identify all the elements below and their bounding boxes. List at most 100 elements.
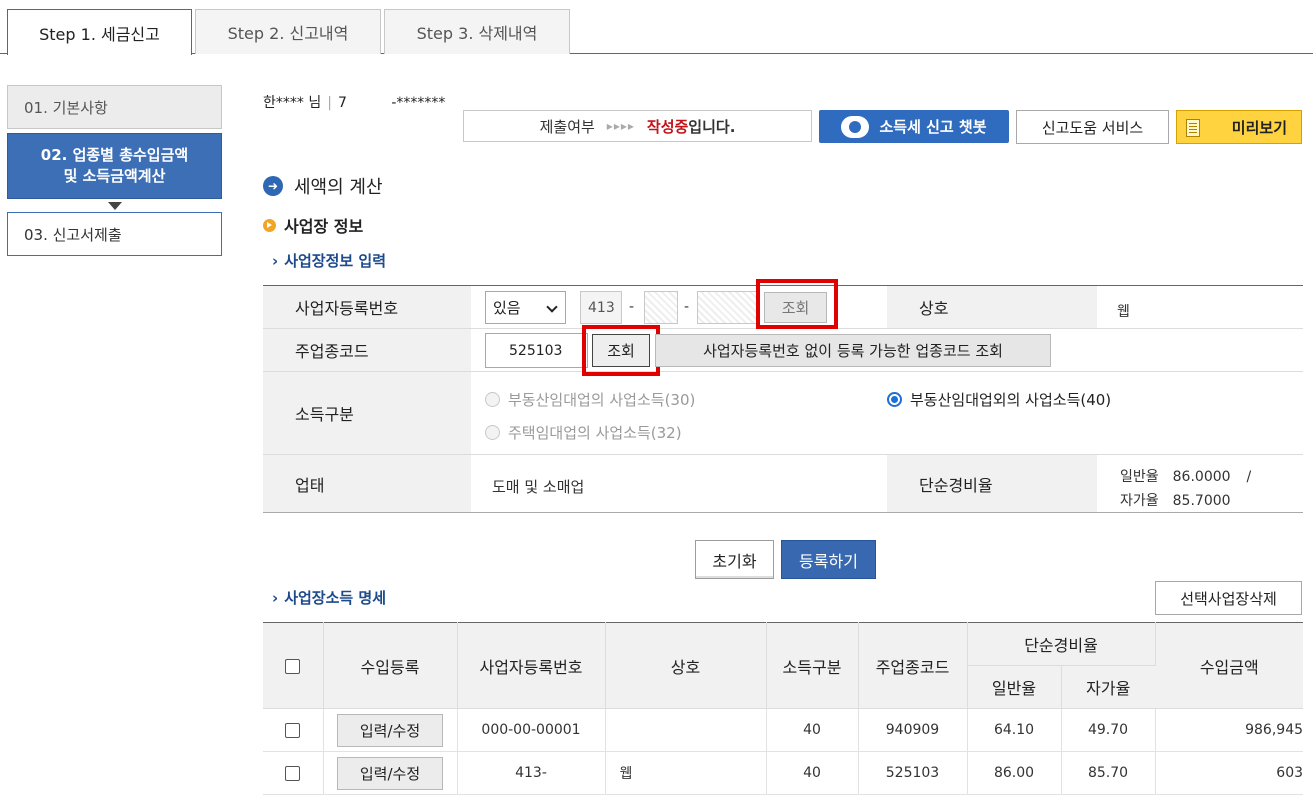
document-icon bbox=[1186, 119, 1200, 137]
radio-label: 주택임대업의 사업소득(32) bbox=[508, 424, 682, 442]
status-label: 제출여부 bbox=[539, 117, 595, 136]
header-shop: 상호 bbox=[605, 622, 767, 709]
cell-general: 86.00 bbox=[967, 751, 1062, 795]
header-select-all bbox=[263, 622, 324, 709]
self-rate-value: 85.7000 bbox=[1172, 493, 1231, 509]
status-arrows-icon: ▸▸▸▸ bbox=[606, 119, 635, 133]
delete-selected-button[interactable]: 선택사업장삭제 bbox=[1155, 581, 1302, 615]
preview-button[interactable]: 미리보기 bbox=[1176, 110, 1302, 144]
cell-income-type: 40 bbox=[766, 751, 859, 795]
status-suffix: 입니다. bbox=[688, 117, 736, 136]
business-type-label: 업태 bbox=[263, 455, 471, 512]
header-self: 자가율 bbox=[1061, 665, 1156, 709]
biz-no-input-1[interactable]: 413 bbox=[580, 291, 622, 324]
radio-non-real-estate[interactable]: 부동산임대업외의 사업소득(40) bbox=[887, 389, 1111, 410]
arrow-circle-icon: ➜ bbox=[263, 176, 283, 196]
chatbot-button[interactable]: 소득세 신고 챗봇 bbox=[819, 110, 1009, 143]
simple-rate-label: 단순경비율 bbox=[887, 455, 1097, 512]
table-row: 입력/수정 000-00-00001 40 940909 64.10 49.70… bbox=[263, 708, 1304, 752]
general-rate-label: 일반율 bbox=[1120, 469, 1159, 485]
radio-dot bbox=[485, 392, 500, 407]
no-biz-code-lookup-button[interactable]: 사업자등록번호 없이 등록 가능한 업종코드 조회 bbox=[655, 334, 1051, 367]
header-main-code: 주업종코드 bbox=[858, 622, 968, 709]
orange-bullet-icon bbox=[263, 218, 276, 232]
biz-no-label: 사업자등록번호 bbox=[263, 286, 471, 328]
biz-no-input-2[interactable] bbox=[644, 291, 678, 324]
income-type-label: 소득구분 bbox=[263, 372, 471, 454]
cell-income-type: 40 bbox=[766, 708, 859, 752]
status-state: 작성중 bbox=[646, 117, 689, 136]
user-id-masked: -******* bbox=[391, 95, 446, 111]
reset-button[interactable]: 초기화 bbox=[695, 540, 774, 579]
chatbot-label: 소득세 신고 챗봇 bbox=[879, 118, 987, 136]
edit-button[interactable]: 입력/수정 bbox=[337, 713, 443, 747]
sub-title: 사업장 정보 bbox=[263, 213, 363, 237]
cell-biz-no: 413- bbox=[457, 751, 606, 795]
general-rate-value: 86.0000 bbox=[1172, 469, 1231, 485]
row-edit-cell: 입력/수정 bbox=[323, 708, 458, 752]
general-rate: 일반율 86.0000 / bbox=[1120, 466, 1251, 486]
cell-main-code: 525103 bbox=[858, 751, 968, 795]
biz-no-select[interactable]: 있음 bbox=[485, 291, 566, 324]
form-title: › 사업장정보 입력 bbox=[272, 250, 386, 271]
sidebar-step-income[interactable]: 02. 업종별 총수입금액 및 소득금액계산 bbox=[7, 133, 222, 199]
user-separator: | bbox=[327, 95, 332, 111]
list-title: › 사업장소득 명세 bbox=[272, 587, 386, 608]
row-checkbox[interactable] bbox=[285, 765, 301, 781]
select-all-checkbox[interactable] bbox=[285, 659, 301, 674]
sidebar: 01. 기본사항 02. 업종별 총수입금액 및 소득금액계산 03. 신고서제… bbox=[7, 85, 222, 256]
tab-step1[interactable]: Step 1. 세금신고 bbox=[7, 9, 192, 55]
section-title-text: 세액의 계산 bbox=[294, 177, 383, 198]
radio-housing-rental[interactable]: 주택임대업의 사업소득(32) bbox=[485, 422, 682, 443]
sidebar-step-income-label: 02. 업종별 총수입금액 및 소득금액계산 bbox=[40, 146, 189, 185]
business-income-table: 수입등록 사업자등록번호 상호 소득구분 주업종코드 단순경비율 수입금액 일반… bbox=[263, 622, 1304, 795]
section-title: ➜ 세액의 계산 bbox=[263, 173, 383, 199]
register-button[interactable]: 등록하기 bbox=[781, 540, 876, 579]
highlight-box-biz-lookup bbox=[756, 279, 838, 329]
main-code-label: 주업종코드 bbox=[263, 329, 471, 371]
header-simple-rate: 단순경비율 bbox=[967, 622, 1156, 666]
radio-dot bbox=[485, 425, 500, 440]
form-row-business-type: 업태 도매 및 소매업 단순경비율 일반율 86.0000 / 자가율 85.7000 bbox=[263, 455, 1303, 513]
help-service-button[interactable]: 신고도움 서비스 bbox=[1016, 110, 1169, 144]
preview-label: 미리보기 bbox=[1231, 118, 1287, 137]
biz-no-dash-2: - bbox=[684, 299, 690, 315]
form-row-main-code: 주업종코드 525103 조회 사업자등록번호 없이 등록 가능한 업종코드 조… bbox=[263, 325, 1303, 376]
sub-title-text: 사업장 정보 bbox=[284, 217, 364, 236]
cell-biz-no: 000-00-00001 bbox=[457, 708, 606, 752]
sidebar-step-submit[interactable]: 03. 신고서제출 bbox=[7, 212, 222, 256]
chevron-down-icon bbox=[546, 301, 558, 313]
radio-dot bbox=[887, 392, 902, 407]
highlight-box-code-lookup bbox=[582, 325, 660, 376]
cell-shop bbox=[605, 708, 767, 752]
sidebar-step-basic[interactable]: 01. 기본사항 bbox=[7, 85, 222, 129]
header-income-amount: 수입금액 bbox=[1155, 622, 1304, 709]
shop-label: 상호 bbox=[887, 286, 1097, 328]
rate-slash: / bbox=[1246, 469, 1252, 485]
step-arrow-down-icon bbox=[107, 202, 122, 210]
biz-no-input-3[interactable] bbox=[697, 291, 757, 324]
chevron-right-icon: › bbox=[272, 589, 279, 607]
cell-self: 49.70 bbox=[1061, 708, 1156, 752]
chevron-right-icon: › bbox=[272, 252, 279, 270]
self-rate-label: 자가율 bbox=[1120, 493, 1159, 509]
radio-label: 부동산임대업의 사업소득(30) bbox=[508, 391, 696, 409]
radio-real-estate-rental[interactable]: 부동산임대업의 사업소득(30) bbox=[485, 389, 695, 410]
edit-button[interactable]: 입력/수정 bbox=[337, 756, 443, 790]
shop-value: 웹 bbox=[1117, 304, 1130, 320]
business-info-form: 사업자등록번호 있음 413 - - 조회 상호 웹 주업종코드 525103 … bbox=[263, 279, 1303, 513]
row-edit-cell: 입력/수정 bbox=[323, 751, 458, 795]
cell-main-code: 940909 bbox=[858, 708, 968, 752]
self-rate: 자가율 85.7000 bbox=[1120, 490, 1231, 510]
tab-step2[interactable]: Step 2. 신고내역 bbox=[195, 9, 381, 54]
cell-amount: 986,945 bbox=[1155, 708, 1304, 752]
form-row-income-type: 소득구분 부동산임대업의 사업소득(30) 주택임대업의 사업소득(32) 부동… bbox=[263, 372, 1303, 455]
table-row: 입력/수정 413- 웹 40 525103 86.00 85.70 603 bbox=[263, 751, 1304, 795]
main-code-input[interactable]: 525103 bbox=[485, 333, 588, 368]
user-id-prefix: 7 bbox=[337, 95, 347, 111]
tab-step3[interactable]: Step 3. 삭제내역 bbox=[384, 9, 570, 54]
header-income-type: 소득구분 bbox=[766, 622, 859, 709]
business-type-value: 도매 및 소매업 bbox=[492, 478, 585, 496]
list-title-text: 사업장소득 명세 bbox=[284, 589, 387, 607]
row-checkbox[interactable] bbox=[285, 722, 301, 738]
